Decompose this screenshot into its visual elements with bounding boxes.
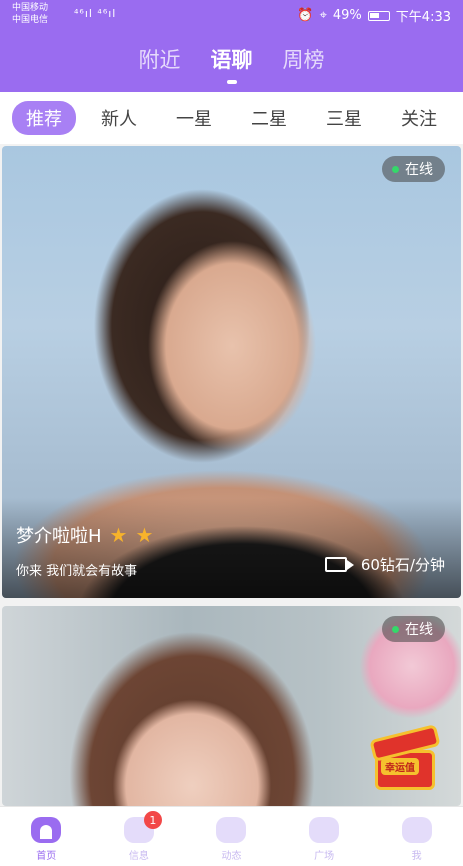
carrier-2: 中国电信 (12, 15, 49, 25)
profile-icon (401, 817, 432, 843)
category-one-star[interactable]: 一星 (162, 101, 226, 135)
moments-icon (216, 817, 247, 843)
star-icon: ★ (135, 523, 154, 547)
tab-voice-chat[interactable]: 语聊 (211, 44, 253, 84)
nav-messages[interactable]: 1 信息 (104, 807, 174, 866)
nav-home[interactable]: 首页 (11, 807, 81, 866)
nav-plaza[interactable]: 广场 (289, 807, 359, 866)
clock: 下午4:33 (395, 10, 451, 25)
price-label: 60钻石/分钟 (360, 556, 445, 574)
battery-icon (367, 10, 390, 21)
star-icon: ★ (109, 523, 128, 547)
profile-card[interactable]: 在线 幸运值 (2, 606, 461, 806)
tab-weekly-rank[interactable]: 周榜 (283, 44, 325, 84)
online-label: 在线 (405, 162, 433, 178)
category-following[interactable]: 关注 (387, 101, 451, 135)
category-three-star[interactable]: 三星 (312, 101, 376, 135)
online-badge: 在线 (382, 156, 445, 182)
carrier-1: 中国移动 (12, 3, 49, 13)
category-new[interactable]: 新人 (87, 101, 151, 135)
profile-name-row: 梦介啦啦H ★ ★ (16, 522, 153, 548)
bottom-nav: 首页 1 信息 动态 广场 我 (0, 806, 463, 866)
video-camera-icon (324, 557, 354, 572)
category-two-star[interactable]: 二星 (237, 101, 301, 135)
unread-badge: 1 (143, 811, 162, 829)
nav-profile-label: 我 (411, 851, 422, 862)
category-bar: 推荐 新人 一星 二星 三星 关注 (0, 92, 463, 144)
online-dot-icon (392, 165, 399, 173)
status-bar: 中国移动 中国电信 ⁴⁶ıl ⁴⁶ıl ⏰ ⌖ 49% 下午4:33 (0, 0, 463, 30)
nav-moments[interactable]: 动态 (196, 807, 266, 866)
nav-plaza-label: 广场 (314, 851, 335, 862)
lucky-label: 幸运值 (381, 758, 419, 775)
call-price: 60钻石/分钟 (324, 554, 445, 575)
home-icon (31, 817, 62, 843)
lucky-box-promo[interactable]: 幸运值 (367, 724, 447, 796)
battery-percent: 49% (332, 8, 362, 23)
tab-nearby[interactable]: 附近 (139, 44, 181, 84)
nav-profile[interactable]: 我 (382, 807, 452, 866)
carrier-labels: 中国移动 中国电信 (12, 2, 48, 26)
nav-home-label: 首页 (36, 851, 57, 862)
location-icon: ⌖ (319, 8, 327, 23)
category-recommend[interactable]: 推荐 (12, 101, 76, 135)
top-header: 中国移动 中国电信 ⁴⁶ıl ⁴⁶ıl ⏰ ⌖ 49% 下午4:33 附近 语聊… (0, 0, 463, 92)
nav-moments-label: 动态 (221, 851, 242, 862)
card-overlay (2, 498, 461, 598)
profile-card[interactable]: 在线 梦介啦啦H ★ ★ 你来 我们就会有故事 60钻石/分钟 (2, 146, 461, 598)
online-dot-icon (392, 625, 399, 633)
nav-messages-label: 信息 (128, 851, 149, 862)
alarm-icon: ⏰ (297, 8, 314, 23)
status-right: ⏰ ⌖ 49% 下午4:33 (297, 6, 451, 25)
signal-icons: ⁴⁶ıl ⁴⁶ıl (74, 7, 117, 20)
online-label: 在线 (405, 622, 433, 638)
online-badge: 在线 (382, 616, 445, 642)
main-tabs: 附近 语聊 周榜 (0, 44, 463, 84)
profile-bio: 你来 我们就会有故事 (16, 564, 138, 579)
profile-name: 梦介啦啦H (16, 526, 102, 547)
plaza-icon (309, 817, 340, 843)
